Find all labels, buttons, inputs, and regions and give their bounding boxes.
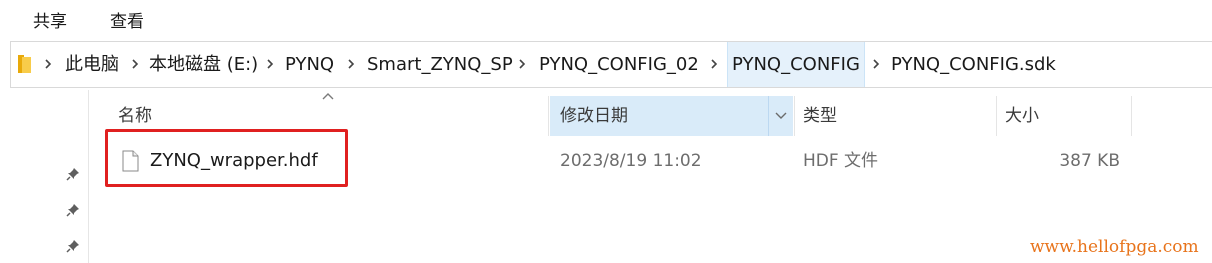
ribbon: 共享 查看 (0, 0, 1212, 36)
column-filter-dropdown[interactable] (768, 96, 793, 136)
breadcrumb-item-pynq[interactable]: PYNQ (281, 42, 338, 87)
watermark: www.hellofpga.com (1030, 237, 1199, 257)
breadcrumb-item-pynq-config-02[interactable]: PYNQ_CONFIG_02 (535, 42, 703, 87)
chevron-right-icon[interactable] (871, 56, 881, 72)
file-type: HDF 文件 (803, 151, 879, 171)
navigation-pane-divider[interactable] (88, 90, 89, 263)
chevron-right-icon[interactable] (265, 56, 275, 72)
ribbon-tab-share[interactable]: 共享 (33, 7, 67, 32)
chevron-right-icon[interactable] (709, 56, 719, 72)
file-size: 387 KB (1059, 151, 1120, 171)
chevron-right-icon[interactable] (517, 56, 527, 72)
column-divider[interactable] (996, 96, 997, 136)
breadcrumb-item-pynq-config[interactable]: PYNQ_CONFIG (727, 42, 865, 87)
breadcrumb-item-smart-zynq-sp[interactable]: Smart_ZYNQ_SP (363, 42, 517, 87)
breadcrumb-item-this-pc[interactable]: 此电脑 (61, 42, 123, 87)
column-divider[interactable] (548, 96, 549, 136)
column-divider[interactable] (794, 96, 795, 136)
file-date-modified: 2023/8/19 11:02 (560, 151, 702, 171)
chevron-right-icon[interactable] (43, 56, 53, 72)
breadcrumb-item-local-disk[interactable]: 本地磁盘 (E:) (145, 42, 262, 87)
ribbon-tab-view[interactable]: 查看 (110, 7, 144, 32)
column-header-type[interactable]: 类型 (803, 96, 993, 136)
chevron-right-icon[interactable] (130, 56, 140, 72)
breadcrumb-item-pynq-config-sdk[interactable]: PYNQ_CONFIG.sdk (887, 42, 1060, 87)
folder-icon (18, 55, 31, 73)
pin-icon[interactable] (66, 167, 80, 181)
annotation-highlight-box (105, 129, 348, 187)
pin-icon[interactable] (66, 239, 80, 253)
column-divider[interactable] (1131, 96, 1132, 136)
column-header-size[interactable]: 大小 (1005, 96, 1130, 136)
pin-icon[interactable] (66, 203, 80, 217)
chevron-right-icon[interactable] (346, 56, 356, 72)
column-header-date-modified[interactable]: 修改日期 (550, 96, 793, 136)
address-bar[interactable]: 此电脑 本地磁盘 (E:) PYNQ Smart_ZYNQ_SP PYNQ_CO… (10, 41, 1212, 88)
chevron-down-icon (775, 112, 787, 119)
